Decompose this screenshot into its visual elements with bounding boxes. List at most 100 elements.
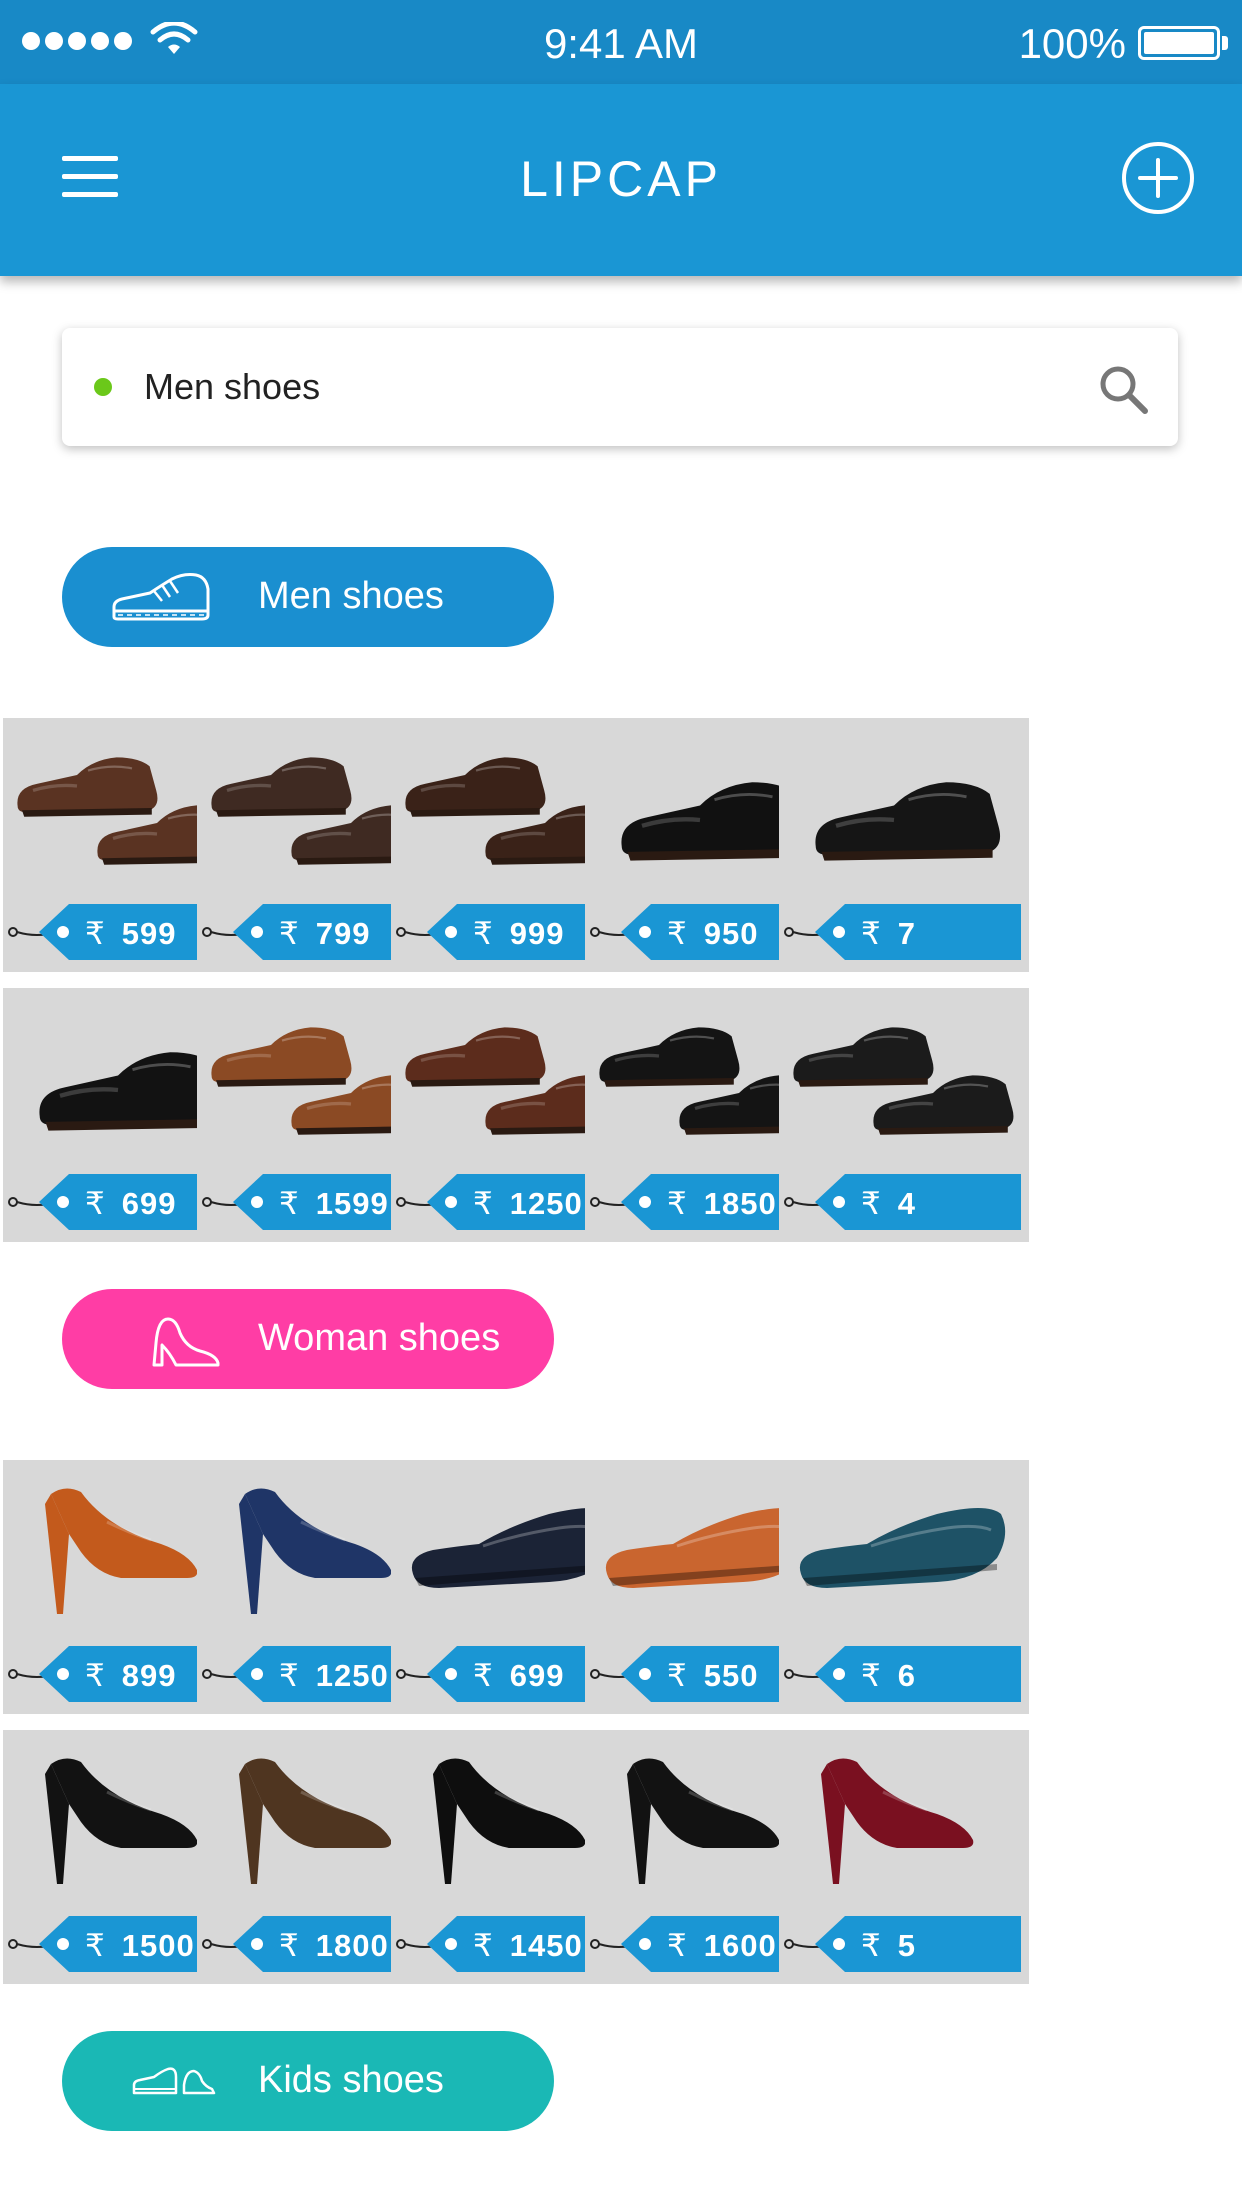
battery-percentage: 100%: [1018, 20, 1126, 67]
product-card[interactable]: ₹7: [779, 718, 1029, 972]
rupee-symbol: ₹: [861, 1658, 882, 1693]
price-text: ₹1450: [473, 1928, 583, 1964]
add-circle-icon[interactable]: [1120, 140, 1196, 216]
men-shoes-grid: ₹599 ₹799 ₹999 ₹950 ₹7 ₹699 ₹ 1599 ₹ 125…: [3, 718, 1242, 1242]
price-tag: ₹5: [815, 1916, 1021, 1972]
price-tag: ₹4: [815, 1174, 1021, 1230]
woman-shoes-grid: ₹899 ₹1250 ₹699 ₹550 ₹6 ₹1500 ₹1800 ₹145…: [3, 1460, 1242, 1984]
price-text: ₹699: [85, 1186, 176, 1222]
rupee-symbol: ₹: [861, 916, 882, 951]
kids-shoes-icon: [132, 2067, 216, 2095]
price-value: 999: [509, 916, 565, 951]
price-text: ₹1250: [279, 1658, 389, 1694]
status-bar: 9:41 AM 100%: [0, 0, 1242, 84]
price-tag-hole: [833, 1196, 845, 1208]
price-value: 1250: [315, 1658, 389, 1693]
price-text: ₹699: [473, 1658, 564, 1694]
status-dot-icon: [94, 378, 112, 396]
rupee-symbol: ₹: [85, 916, 106, 951]
price-text: ₹1599: [279, 1186, 389, 1222]
shoe-image: [793, 1027, 1014, 1135]
price-tag: ₹7: [815, 904, 1021, 960]
rupee-symbol: ₹: [667, 1186, 688, 1221]
price-tag-hole: [57, 1196, 69, 1208]
rupee-symbol: ₹: [279, 1186, 300, 1221]
price-text: ₹7: [861, 916, 916, 952]
rupee-symbol: ₹: [279, 1658, 300, 1693]
rupee-symbol: ₹: [667, 1928, 688, 1963]
category-woman-shoes-button[interactable]: Woman shoes: [62, 1289, 554, 1389]
price-tag-hole: [639, 1938, 651, 1950]
price-tag-hole: [445, 926, 457, 938]
search-bar: [62, 328, 1178, 446]
price-text: ₹4: [861, 1186, 916, 1222]
price-value: 899: [121, 1658, 177, 1693]
product-card[interactable]: ₹5: [779, 1730, 1029, 1984]
price-value: 4: [897, 1186, 916, 1221]
rupee-symbol: ₹: [85, 1658, 106, 1693]
rupee-symbol: ₹: [279, 916, 300, 951]
battery-icon: [1138, 26, 1220, 60]
shoe-image: [799, 1508, 1006, 1588]
price-tag-hole: [445, 1196, 457, 1208]
price-value: 6: [897, 1658, 916, 1693]
category-label: Kids shoes: [258, 2059, 444, 2101]
price-value: 5: [897, 1928, 916, 1963]
product-card[interactable]: ₹6: [779, 1460, 1029, 1714]
price-text: ₹899: [85, 1658, 176, 1694]
price-value: 550: [703, 1658, 759, 1693]
price-value: 699: [121, 1186, 177, 1221]
price-text: ₹5: [861, 1928, 916, 1964]
price-value: 1800: [315, 1928, 389, 1963]
search-icon[interactable]: [1096, 362, 1150, 416]
category-men-shoes-button[interactable]: Men shoes: [62, 547, 554, 647]
price-tag-hole: [251, 1196, 263, 1208]
shoe-image: [821, 1758, 974, 1884]
price-text: ₹550: [667, 1658, 758, 1694]
price-tag-hole: [57, 1668, 69, 1680]
price-tag-hole: [57, 926, 69, 938]
search-input[interactable]: [144, 358, 1044, 416]
price-tag-hole: [639, 926, 651, 938]
price-value: 699: [509, 1658, 565, 1693]
price-text: ₹1850: [667, 1186, 777, 1222]
rupee-symbol: ₹: [85, 1186, 106, 1221]
price-text: ₹599: [85, 916, 176, 952]
price-text: ₹799: [279, 916, 370, 952]
rupee-symbol: ₹: [85, 1928, 106, 1963]
category-label: Woman shoes: [258, 1317, 501, 1359]
price-text: ₹6: [861, 1658, 916, 1694]
price-value: 799: [315, 916, 371, 951]
price-tag-hole: [251, 926, 263, 938]
price-tag: ₹6: [815, 1646, 1021, 1702]
rupee-symbol: ₹: [473, 1928, 494, 1963]
product-card[interactable]: ₹4: [779, 988, 1029, 1242]
rupee-symbol: ₹: [861, 1186, 882, 1221]
price-value: 950: [703, 916, 759, 951]
price-text: ₹999: [473, 916, 564, 952]
price-value: 1599: [315, 1186, 389, 1221]
price-tag-hole: [57, 1938, 69, 1950]
price-value: 1500: [121, 1928, 195, 1963]
battery-tip: [1222, 36, 1228, 50]
price-tag-hole: [833, 926, 845, 938]
category-label: Men shoes: [258, 575, 444, 617]
price-value: 599: [121, 916, 177, 951]
price-tag-hole: [445, 1668, 457, 1680]
category-kids-shoes-button[interactable]: Kids shoes: [62, 2031, 554, 2131]
price-tag-hole: [251, 1938, 263, 1950]
app-title: LIPCAP: [520, 151, 722, 207]
price-tag-hole: [445, 1938, 457, 1950]
price-tag-hole: [833, 1938, 845, 1950]
rupee-symbol: ₹: [667, 916, 688, 951]
price-value: 1600: [703, 1928, 777, 1963]
shoe-image: [815, 782, 1001, 861]
price-tag-hole: [833, 1668, 845, 1680]
price-text: ₹950: [667, 916, 758, 952]
price-text: ₹1800: [279, 1928, 389, 1964]
rupee-symbol: ₹: [473, 1658, 494, 1693]
price-text: ₹1500: [85, 1928, 195, 1964]
rupee-symbol: ₹: [279, 1928, 300, 1963]
price-tag-hole: [639, 1196, 651, 1208]
price-value: 1250: [509, 1186, 583, 1221]
